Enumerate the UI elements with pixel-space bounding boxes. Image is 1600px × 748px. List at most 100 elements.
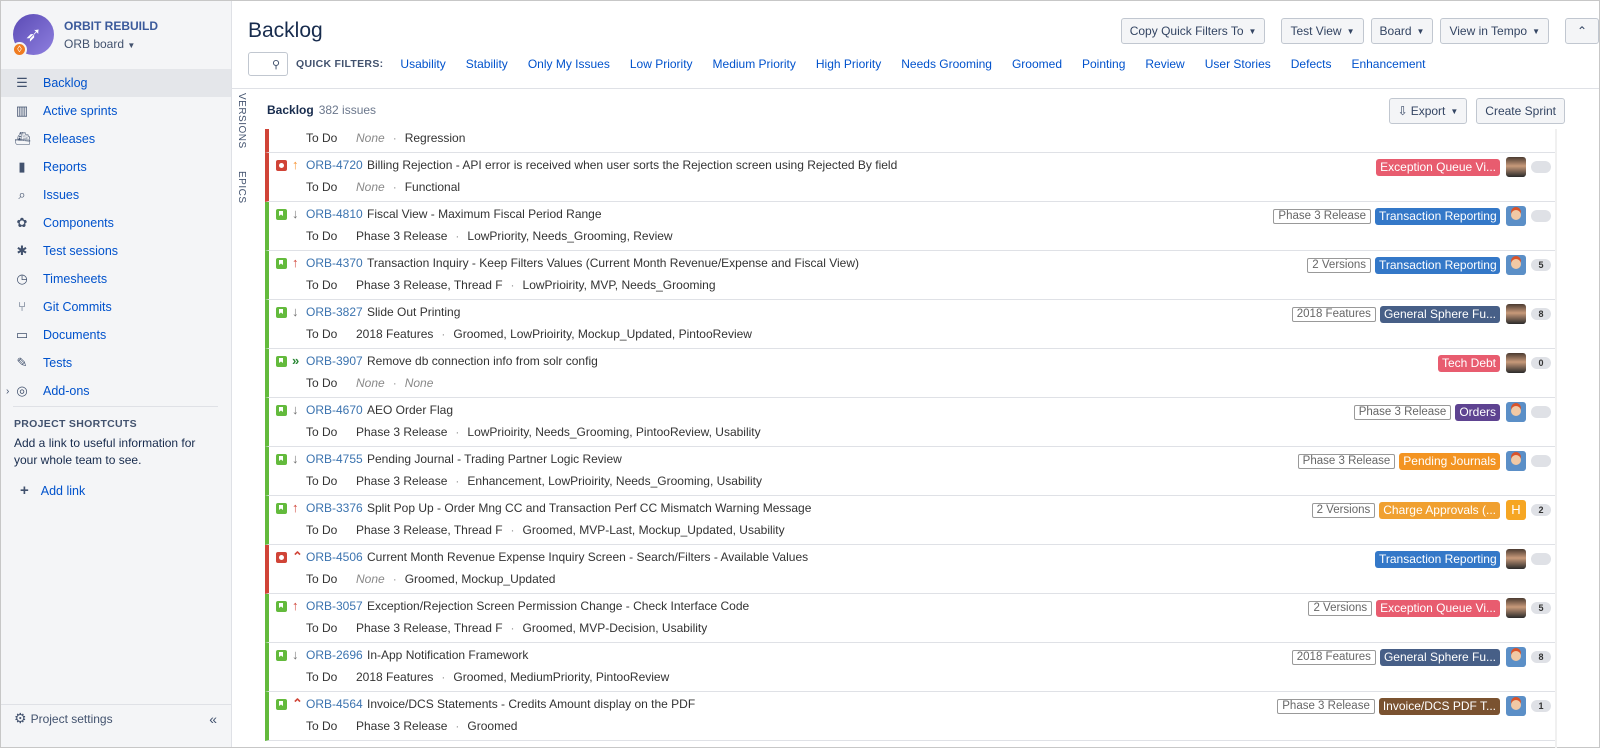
issue-row[interactable]: ↑ ORB-4370 Transaction Inquiry - Keep Filt… [265, 251, 1555, 300]
epic-label[interactable]: General Sphere Fu... [1379, 305, 1500, 323]
assignee-avatar[interactable] [1506, 353, 1526, 373]
assignee-avatar[interactable] [1506, 206, 1526, 226]
sidebar-item-documents[interactable]: ▭ Documents [1, 321, 231, 349]
collapse-header-button[interactable]: ⌃ [1565, 18, 1599, 44]
quick-filter-high-priority[interactable]: High Priority [816, 57, 881, 71]
assignee-avatar[interactable] [1506, 157, 1526, 177]
epic-label[interactable]: Transaction Reporting [1375, 550, 1500, 568]
assignee-avatar[interactable] [1506, 549, 1526, 569]
quick-filter-usability[interactable]: Usability [400, 57, 445, 71]
sidebar-item-tests[interactable]: ✎ Tests [1, 349, 231, 377]
issue-row-partial[interactable]: To Do None · Regression [265, 129, 1555, 153]
tab-versions[interactable]: VERSIONS [236, 93, 247, 149]
quick-filter-defects[interactable]: Defects [1291, 57, 1332, 71]
quick-filter-review[interactable]: Review [1145, 57, 1184, 71]
collapse-sidebar-icon[interactable]: « [209, 711, 217, 727]
priority-icon: ↓ [292, 304, 299, 319]
scrollbar[interactable] [1555, 129, 1557, 748]
quick-filter-medium-priority[interactable]: Medium Priority [713, 57, 796, 71]
issue-status: To Do [306, 621, 338, 635]
sidebar-item-active-sprints[interactable]: ▥ Active sprints [1, 97, 231, 125]
assignee-avatar[interactable] [1506, 451, 1526, 471]
epic-label[interactable]: Invoice/DCS PDF T... [1378, 697, 1500, 715]
issue-meta: None · None [356, 376, 434, 390]
sidebar-item-reports[interactable]: ▮ Reports [1, 153, 231, 181]
priority-icon: ⌃ [292, 549, 303, 564]
issue-key[interactable]: ORB-3376 [306, 501, 363, 515]
issue-key[interactable]: ORB-4720 [306, 158, 363, 172]
issue-row[interactable]: ↑ ORB-3376 Split Pop Up - Order Mng CC and… [265, 496, 1555, 545]
quick-filter-pointing[interactable]: Pointing [1082, 57, 1125, 71]
issue-row[interactable]: ↑ ORB-3057 Exception/Rejection Screen Perm… [265, 594, 1555, 643]
assignee-avatar[interactable] [1506, 598, 1526, 618]
issue-key[interactable]: ORB-3827 [306, 305, 363, 319]
epic-label[interactable]: Charge Approvals (... [1379, 501, 1500, 519]
copy-quick-filters-button[interactable]: Copy Quick Filters To ▼ [1120, 18, 1266, 44]
issue-row[interactable]: ↓ ORB-4670 AEO Order Flag To Do Phase 3 Rele… [265, 398, 1555, 447]
assignee-avatar[interactable]: H [1506, 500, 1526, 520]
epic-label[interactable]: Pending Journals [1399, 452, 1500, 470]
issue-row[interactable]: ↓ ORB-2696 In-App Notification Framework To… [265, 643, 1555, 692]
chevron-up-icon: ⌃ [1576, 24, 1588, 38]
issue-row[interactable]: ↑ ORB-4720 Billing Rejection - API error i… [265, 153, 1555, 202]
issue-row[interactable]: ↓ ORB-4810 Fiscal View - Maximum Fiscal Pe… [265, 202, 1555, 251]
quick-filter-enhancement[interactable]: Enhancement [1351, 57, 1425, 71]
assignee-avatar[interactable] [1506, 647, 1526, 667]
issue-key[interactable]: ORB-3057 [306, 599, 363, 613]
issue-row[interactable]: ↓ ORB-4755 Pending Journal - Trading Partn… [265, 447, 1555, 496]
board-button[interactable]: Board ▼ [1370, 18, 1434, 44]
board-selector[interactable]: ORB board ▼ [64, 37, 158, 51]
epic-label[interactable]: Tech Debt [1437, 354, 1500, 372]
epic-label[interactable]: Transaction Reporting [1375, 207, 1500, 225]
assignee-avatar[interactable] [1506, 255, 1526, 275]
epic-label[interactable]: General Sphere Fu... [1379, 648, 1500, 666]
sidebar-item-timesheets[interactable]: ◷ Timesheets [1, 265, 231, 293]
issue-key[interactable]: ORB-4564 [306, 697, 363, 711]
issue-key[interactable]: ORB-3907 [306, 354, 363, 368]
epic-label[interactable]: Exception Queue Vi... [1376, 599, 1500, 617]
project-settings-button[interactable]: ⚙ Project settings « [1, 704, 231, 732]
quick-filter-user-stories[interactable]: User Stories [1205, 57, 1271, 71]
issue-row[interactable]: ⌃ ORB-4564 Invoice/DCS Statements - Credit… [265, 692, 1555, 741]
epic-label[interactable]: Orders [1455, 403, 1500, 421]
assignee-avatar[interactable] [1506, 402, 1526, 422]
search-button[interactable]: ⚲ [248, 52, 288, 76]
tests-icon: ✎ [16, 355, 28, 370]
quick-filter-low-priority[interactable]: Low Priority [630, 57, 693, 71]
assignee-avatar[interactable] [1506, 304, 1526, 324]
issue-row[interactable]: ⌃ ORB-4506 Current Month Revenue Expense I… [265, 545, 1555, 594]
issue-key[interactable]: ORB-4755 [306, 452, 363, 466]
quick-filter-stability[interactable]: Stability [466, 57, 508, 71]
sidebar-item-issues[interactable]: ⌕ Issues [1, 181, 231, 209]
issue-row[interactable]: » ORB-3907 Remove db connection info from … [265, 349, 1555, 398]
issue-key[interactable]: ORB-4670 [306, 403, 363, 417]
assignee-avatar[interactable] [1506, 696, 1526, 716]
issue-row[interactable]: ↓ ORB-3827 Slide Out Printing To Do 2018 Fea… [265, 300, 1555, 349]
view-in-tempo-button[interactable]: View in Tempo ▼ [1440, 18, 1549, 44]
project-name[interactable]: ORBIT REBUILD [64, 19, 158, 33]
epic-label[interactable]: Transaction Reporting [1375, 256, 1500, 274]
quick-filter-only-my-issues[interactable]: Only My Issues [528, 57, 610, 71]
chevron-right-icon[interactable]: › [6, 386, 9, 397]
test-view-button[interactable]: Test View ▼ [1281, 18, 1364, 44]
sidebar-item-backlog[interactable]: ☰ Backlog [1, 69, 231, 97]
project-header[interactable]: ➶ ◊ ORBIT REBUILD ORB board ▼ [12, 14, 158, 57]
sidebar-item-releases[interactable]: ⛴ Releases [1, 125, 231, 153]
issue-meta: None · Regression [356, 131, 466, 145]
quick-filter-needs-grooming[interactable]: Needs Grooming [901, 57, 992, 71]
quick-filter-groomed[interactable]: Groomed [1012, 57, 1062, 71]
create-sprint-button[interactable]: Create Sprint [1476, 98, 1565, 124]
issue-key[interactable]: ORB-4370 [306, 256, 363, 270]
sidebar-item-components[interactable]: ✿ Components [1, 209, 231, 237]
sidebar-item-test-sessions[interactable]: ✱ Test sessions [1, 237, 231, 265]
issue-key[interactable]: ORB-2696 [306, 648, 363, 662]
sidebar-item-add-ons[interactable]: › ◎ Add-ons [1, 377, 231, 405]
tab-epics[interactable]: EPICS [236, 171, 247, 204]
issue-key[interactable]: ORB-4810 [306, 207, 363, 221]
issue-key[interactable]: ORB-4506 [306, 550, 363, 564]
backlog-header: Backlog 382 issues [267, 103, 376, 117]
export-button[interactable]: ⇩ Export ▼ [1388, 98, 1468, 124]
add-link-button[interactable]: + Add link [20, 482, 85, 499]
epic-label[interactable]: Exception Queue Vi... [1376, 158, 1500, 176]
sidebar-item-git-commits[interactable]: ⑂ Git Commits [1, 293, 231, 321]
